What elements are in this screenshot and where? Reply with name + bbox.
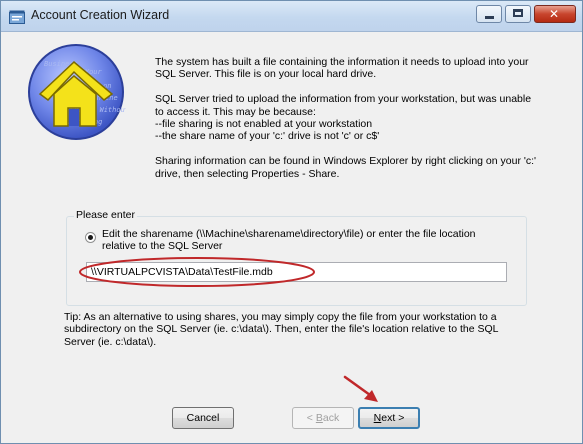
minimize-icon — [485, 16, 494, 19]
tip-text: Tip: As an alternative to using shares, … — [64, 311, 534, 348]
intro-line: to access it. This may be because: — [155, 105, 316, 118]
wizard-content: Business For Your work on with the Serve… — [2, 32, 581, 442]
intro-line: --the share name of your 'c:' drive is n… — [155, 130, 380, 143]
intro-text: The system has built a file containing t… — [155, 56, 555, 192]
intro-paragraph-sharing-info: Sharing information can be found in Wind… — [155, 155, 555, 180]
intro-paragraph-upload-failed: SQL Server tried to upload the informati… — [155, 93, 555, 143]
back-label-rest: ack — [322, 412, 340, 424]
next-arrow-head-icon — [364, 390, 378, 402]
house-logo-icon: Business For Your work on with the Serve… — [28, 44, 126, 140]
minimize-button[interactable] — [476, 5, 502, 23]
intro-line: SQL Server tried to upload the informati… — [155, 93, 532, 106]
window-title: Account Creation Wizard — [31, 8, 170, 22]
back-label-prefix: < — [306, 412, 316, 424]
tip-line: subdirectory on the SQL Server (ie. c:\d… — [64, 323, 499, 336]
sharename-radio[interactable] — [85, 232, 96, 243]
intro-paragraph-file-built: The system has built a file containing t… — [155, 56, 555, 81]
file-path-input[interactable] — [86, 262, 507, 282]
back-button[interactable]: < Back — [292, 407, 354, 429]
wizard-app-icon — [9, 10, 25, 24]
intro-line: The system has built a file containing t… — [155, 56, 529, 68]
intro-line: SQL Server. This file is on your local h… — [155, 68, 377, 81]
maximize-icon — [513, 9, 523, 17]
group-label: Please enter — [74, 209, 137, 221]
next-button[interactable]: Next > — [358, 407, 420, 429]
maximize-button[interactable] — [505, 5, 531, 23]
back-label-accelerator: B — [315, 412, 323, 424]
sharename-radio-label[interactable]: Edit the sharename (\\Machine\sharename\… — [102, 228, 512, 253]
wizard-window: Account Creation Wizard ✕ Business the S… — [0, 0, 583, 444]
window-controls: ✕ — [476, 5, 576, 23]
next-label-rest: ext > — [381, 412, 405, 424]
next-arrow-shaft — [343, 375, 372, 397]
title-bar[interactable]: Account Creation Wizard ✕ — [1, 1, 582, 32]
cancel-button[interactable]: Cancel — [172, 407, 234, 429]
intro-line: --file sharing is not enabled at your wo… — [155, 118, 373, 131]
radio-label-line: Edit the sharename (\\Machine\sharename\… — [102, 228, 476, 240]
intro-line: Sharing information can be found in Wind… — [155, 155, 537, 168]
close-icon: ✕ — [549, 7, 560, 21]
tip-line: Tip: As an alternative to using shares, … — [64, 311, 497, 323]
radio-label-line: relative to the SQL Server — [102, 240, 223, 253]
close-button[interactable]: ✕ — [534, 5, 576, 23]
intro-line: drive, then selecting Properties - Share… — [155, 167, 340, 180]
radio-selected-dot — [88, 235, 93, 240]
tip-line: Server (ie. c:\data\). — [64, 335, 157, 348]
